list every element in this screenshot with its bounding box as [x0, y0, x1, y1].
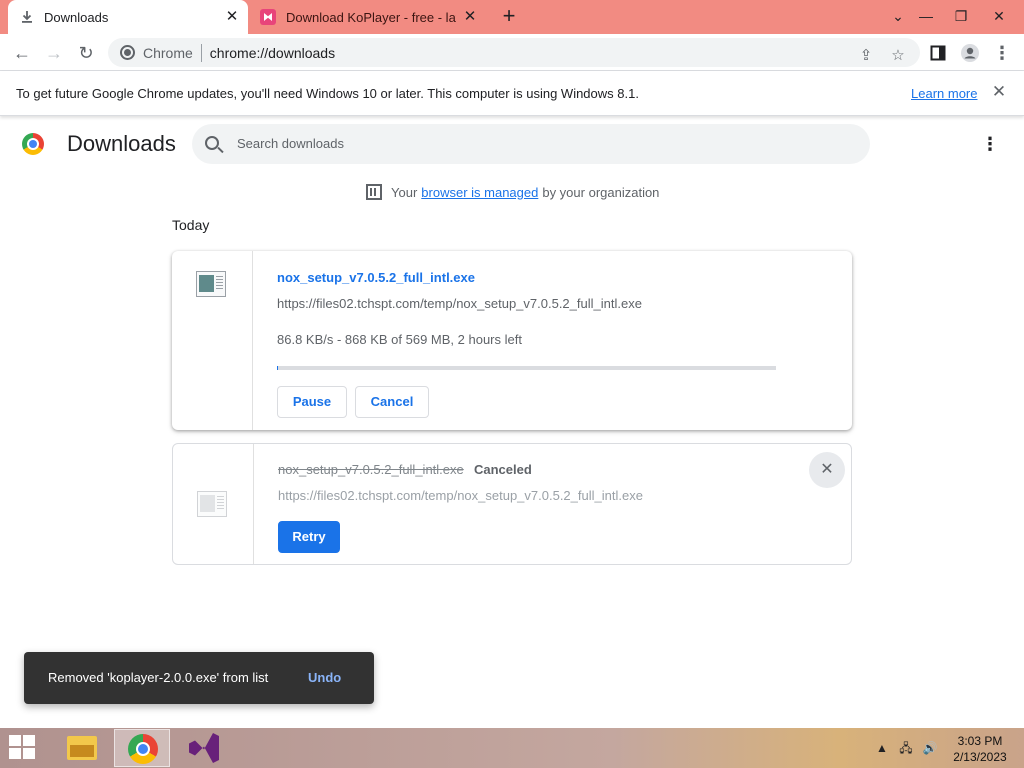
search-downloads-input[interactable]: Search downloads [192, 124, 870, 164]
clock-date: 2/13/2023 [953, 750, 1007, 764]
visual-studio-taskbar-icon[interactable] [176, 729, 232, 767]
chrome-logo-icon [22, 133, 44, 155]
folder-icon [67, 736, 97, 760]
browser-toolbar: ← → ↻ Chrome chrome://downloads ⇪ ☆ ⋮ [0, 34, 1024, 71]
clock-time: 3:03 PM [957, 734, 1003, 748]
download-item-canceled: nox_setup_v7.0.5.2_full_intl.exe Cancele… [172, 443, 852, 565]
profile-avatar-icon[interactable] [957, 40, 983, 66]
file-icon [196, 271, 226, 297]
file-name-link[interactable]: nox_setup_v7.0.5.2_full_intl.exe [277, 270, 475, 285]
close-tab-icon[interactable]: ✕ [224, 9, 240, 25]
toast-notification: Removed 'koplayer-2.0.0.exe' from list U… [24, 652, 374, 704]
close-infobar-icon[interactable]: ✕ [990, 83, 1008, 101]
divider [253, 444, 254, 564]
divider [252, 251, 253, 430]
minimize-button[interactable]: — [914, 4, 938, 28]
tab-strip: Downloads ✕ Download KoPlayer - free - l… [0, 0, 1024, 34]
restore-button[interactable]: ❐ [949, 4, 973, 28]
chrome-menu-icon[interactable]: ⋮ [989, 40, 1015, 66]
managed-prefix: Your [391, 184, 418, 200]
network-icon[interactable]: 🖧 [898, 740, 914, 756]
pause-button[interactable]: Pause [277, 386, 347, 418]
tab-koplayer[interactable]: Download KoPlayer - free - latest ✕ [252, 0, 486, 34]
learn-more-link[interactable]: Learn more [911, 86, 977, 101]
download-status: Canceled [474, 462, 532, 477]
side-panel-icon[interactable] [925, 40, 951, 66]
building-icon [366, 184, 382, 200]
remove-from-list-icon[interactable]: ✕ [809, 452, 845, 488]
tab-downloads[interactable]: Downloads ✕ [8, 0, 248, 34]
managed-notice: Your browser is managed by your organiza… [366, 184, 659, 200]
address-bar[interactable]: Chrome chrome://downloads ⇪ ☆ [108, 38, 920, 67]
file-explorer-taskbar-icon[interactable] [54, 729, 110, 767]
site-label: Chrome [143, 44, 193, 61]
url-text[interactable]: chrome://downloads [210, 45, 335, 61]
download-item-in-progress: nox_setup_v7.0.5.2_full_intl.exe https:/… [172, 251, 852, 430]
forward-button[interactable]: → [41, 40, 67, 66]
progress-bar-fill [277, 366, 278, 370]
progress-bar [277, 366, 776, 370]
windows-start-icon[interactable] [9, 735, 37, 761]
visual-studio-icon [189, 733, 219, 763]
browser-managed-link[interactable]: browser is managed [421, 185, 538, 200]
managed-suffix: by your organization [542, 184, 660, 200]
retry-button[interactable]: Retry [278, 521, 340, 553]
file-icon [197, 491, 227, 517]
koplayer-favicon [260, 9, 276, 25]
share-icon[interactable]: ⇪ [856, 46, 876, 66]
chrome-site-icon [120, 45, 135, 60]
page-title: Downloads [67, 131, 176, 156]
download-icon [20, 10, 34, 24]
windows-taskbar: ▲ 🖧 🔊 3:03 PM 2/13/2023 [0, 728, 1024, 768]
new-tab-button[interactable]: + [498, 5, 520, 28]
file-source-url: https://files02.tchspt.com/temp/nox_setu… [277, 296, 642, 311]
download-progress-text: 86.8 KB/s - 868 KB of 569 MB, 2 hours le… [277, 332, 522, 347]
back-button[interactable]: ← [9, 40, 35, 66]
infobar-message: To get future Google Chrome updates, you… [16, 86, 639, 101]
undo-button[interactable]: Undo [308, 670, 341, 685]
divider [200, 43, 202, 62]
reload-button[interactable]: ↻ [73, 40, 99, 66]
toast-message: Removed 'koplayer-2.0.0.exe' from list [48, 670, 269, 685]
search-icon [205, 136, 219, 150]
tab-title: Download KoPlayer - free - latest [286, 9, 456, 25]
date-section-heading: Today [172, 217, 210, 233]
file-name-canceled: nox_setup_v7.0.5.2_full_intl.exe [278, 462, 464, 477]
file-source-url: https://files02.tchspt.com/temp/nox_setu… [278, 488, 643, 503]
volume-icon[interactable]: 🔊 [922, 740, 938, 756]
more-actions-icon[interactable]: ⋮ [979, 133, 1001, 155]
tab-search-chevron-icon[interactable]: ⌄ [886, 4, 910, 28]
show-hidden-icons-icon[interactable]: ▲ [874, 740, 890, 756]
bookmark-star-icon[interactable]: ☆ [888, 46, 908, 66]
system-clock[interactable]: 3:03 PM 2/13/2023 [945, 733, 1015, 765]
close-tab-icon[interactable]: ✕ [462, 9, 478, 25]
cancel-button[interactable]: Cancel [355, 386, 429, 418]
chrome-icon [128, 734, 158, 764]
tab-title: Downloads [44, 9, 109, 25]
close-window-button[interactable]: ✕ [987, 4, 1011, 28]
update-infobar: To get future Google Chrome updates, you… [0, 71, 1024, 116]
chrome-taskbar-icon[interactable] [114, 729, 170, 767]
search-placeholder: Search downloads [237, 136, 344, 151]
